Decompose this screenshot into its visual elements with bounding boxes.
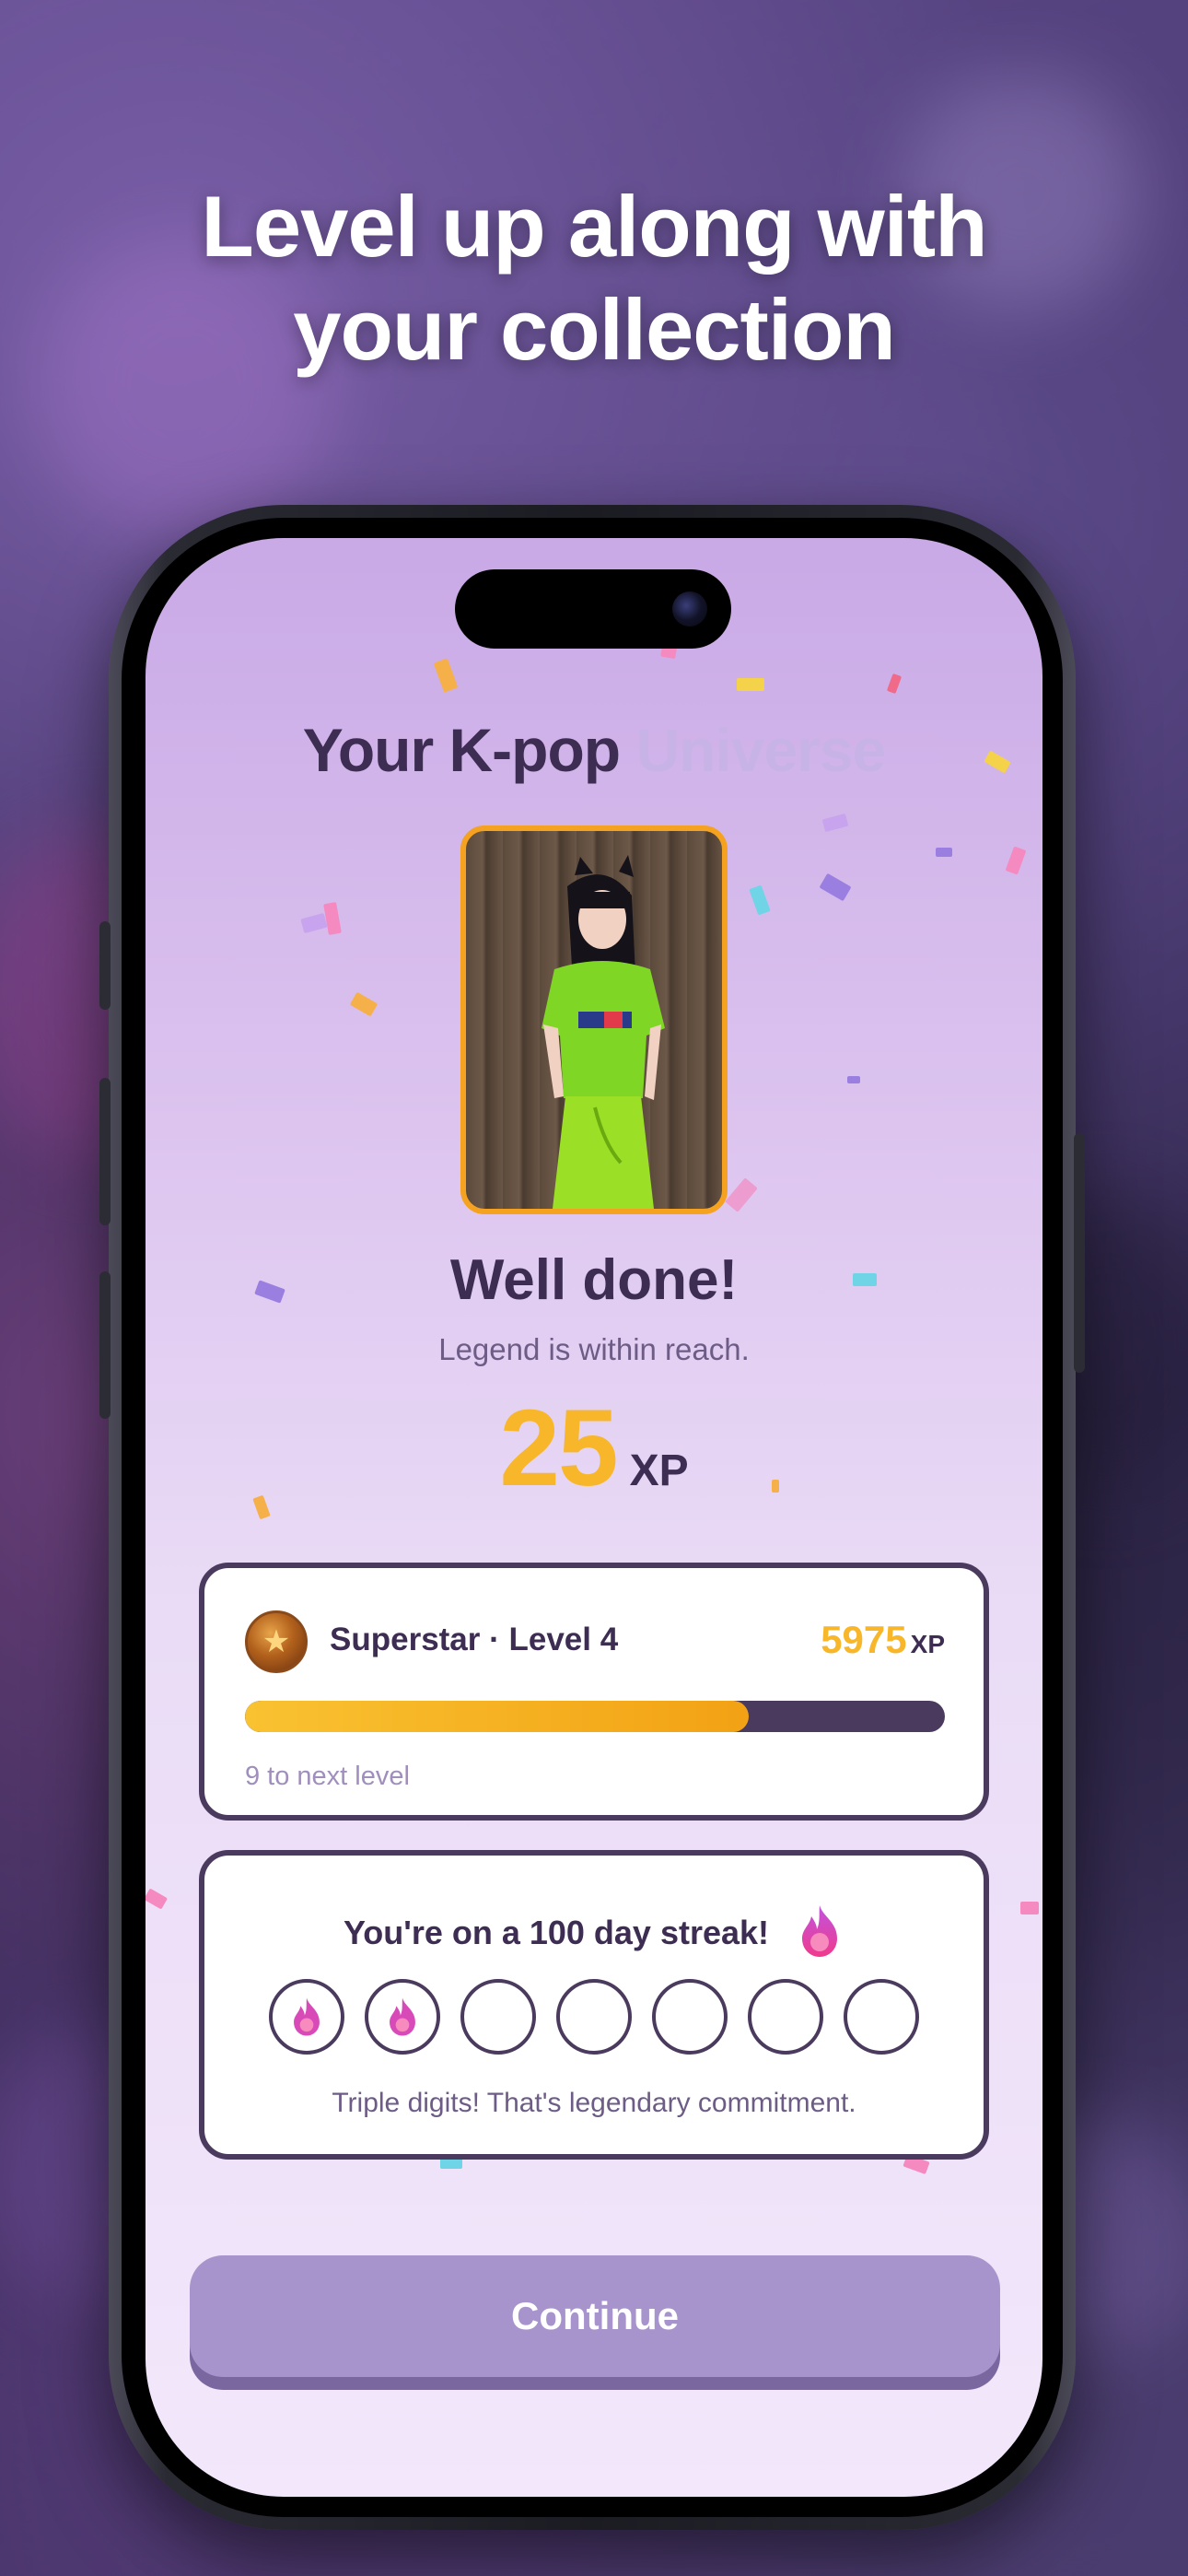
confetti-piece <box>737 678 764 691</box>
confetti-piece <box>821 813 849 833</box>
flame-icon <box>795 1903 844 1967</box>
headline-line-1: Level up along with <box>201 178 987 275</box>
streak-title-text: You're on a 100 day streak! <box>343 1914 770 1952</box>
confetti-piece <box>300 912 328 934</box>
app-title: Your K-pop Universe <box>146 715 1042 785</box>
streak-day-2 <box>365 1979 440 2055</box>
continue-button[interactable]: Continue <box>190 2255 1000 2377</box>
streak-day-3 <box>460 1979 536 2055</box>
level-card: ★ Superstar · Level 4 5975 XP 9 to next l… <box>199 1563 989 1821</box>
phone-action-button <box>99 921 111 1010</box>
streak-day-1 <box>269 1979 344 2055</box>
well-done-heading: Well done! <box>449 1248 739 1312</box>
app-title-main: Your K-pop <box>302 716 621 784</box>
level-xp-total: 5975 XP <box>821 1618 945 1662</box>
streak-day-7 <box>844 1979 919 2055</box>
xp-gained: 25 XP <box>146 1386 1042 1511</box>
flame-icon <box>390 1997 415 2036</box>
confetti-piece <box>323 902 342 935</box>
confetti-piece <box>819 872 852 902</box>
level-progress-bar <box>245 1701 945 1732</box>
phone-volume-down-button <box>99 1271 111 1419</box>
photo-image <box>542 855 665 1209</box>
confetti-piece <box>936 848 952 857</box>
streak-subtitle: Triple digits! That's legendary commitme… <box>332 2088 856 2118</box>
flame-icon <box>294 1997 320 2036</box>
collectible-photo-card[interactable] <box>460 825 728 1214</box>
headline: Level up along with your collection <box>0 175 1188 381</box>
confetti-piece <box>847 1076 860 1083</box>
xp-gained-value: 25 <box>499 1388 618 1509</box>
reward-subheading: Legend is within reach. <box>438 1332 750 1366</box>
confetti-piece <box>725 1177 758 1212</box>
confetti-piece <box>433 658 459 693</box>
level-xp-value: 5975 <box>821 1618 907 1661</box>
confetti-piece <box>1005 846 1027 875</box>
streak-day-6 <box>748 1979 823 2055</box>
app-title-faded: Universe <box>635 716 886 784</box>
next-level-text: 9 to next level <box>245 1762 410 1791</box>
headline-line-2: your collection <box>293 281 896 378</box>
streak-card: You're on a 100 day streak! Triple digit… <box>199 1850 989 2160</box>
confetti-piece <box>886 673 903 695</box>
streak-day-4 <box>556 1979 632 2055</box>
phone-screen: Your K-pop Universe Well done! Legend is… <box>146 538 1042 2497</box>
camera-icon <box>672 591 707 626</box>
level-xp-unit: XP <box>910 1630 945 1658</box>
star-medal-icon: ★ <box>245 1610 308 1673</box>
xp-gained-unit: XP <box>629 1446 689 1495</box>
streak-day-5 <box>652 1979 728 2055</box>
level-label: Superstar · Level 4 <box>330 1622 619 1657</box>
phone-power-button <box>1074 1133 1085 1373</box>
level-progress-fill <box>245 1701 750 1732</box>
confetti-piece <box>1020 1902 1039 1914</box>
confetti-piece <box>349 991 379 1017</box>
confetti-piece <box>146 1888 169 1910</box>
streak-day-row <box>204 1979 984 2055</box>
confetti-piece <box>749 884 771 916</box>
streak-title: You're on a 100 day streak! <box>204 1903 984 1967</box>
dynamic-island <box>455 569 731 649</box>
phone-volume-up-button <box>99 1078 111 1225</box>
